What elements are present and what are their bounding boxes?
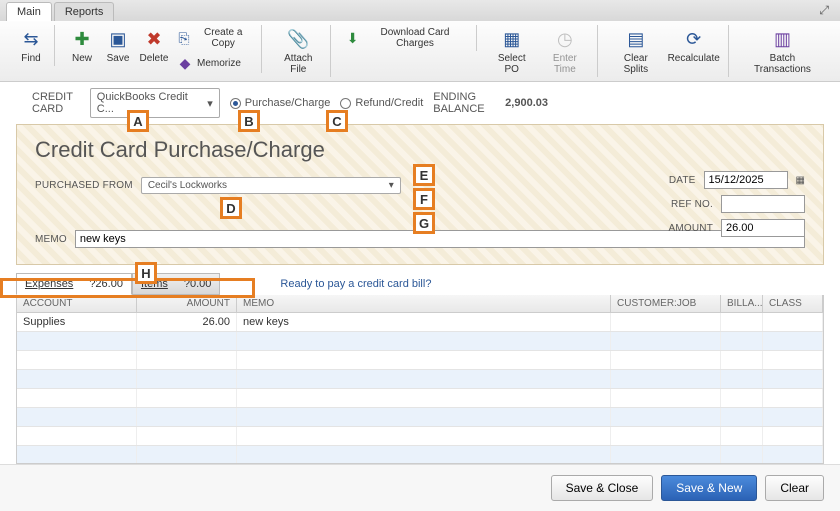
credit-card-account-dropdown[interactable]: QuickBooks Credit C... ▾	[90, 88, 220, 118]
refund-credit-radio[interactable]: Refund/Credit	[340, 97, 423, 109]
tab-reports[interactable]: Reports	[54, 2, 115, 21]
clear-splits-button[interactable]: ▤ Clear Splits	[608, 25, 663, 77]
table-row[interactable]	[17, 370, 823, 389]
memorize-button[interactable]: ◆ Memorize	[173, 53, 255, 73]
new-icon: ✚	[70, 27, 94, 51]
footer: Save & Close Save & New Clear	[0, 464, 840, 511]
date-label: DATE	[646, 175, 696, 186]
credit-card-label: CREDIT CARD	[32, 91, 80, 115]
table-row[interactable]: Supplies 26.00 new keys	[17, 313, 823, 332]
expenses-grid: ACCOUNT AMOUNT MEMO CUSTOMER:JOB BILLA..…	[16, 295, 824, 464]
callout-h: H	[135, 262, 157, 284]
date-input[interactable]	[704, 171, 788, 189]
chevron-down-icon: ▾	[207, 97, 213, 110]
batch-icon: ▥	[770, 27, 794, 51]
callout-f: F	[413, 188, 435, 210]
recalculate-button[interactable]: ⟳ Recalculate	[666, 25, 722, 77]
memo-label: MEMO	[35, 234, 67, 245]
select-po-button[interactable]: ▦ Select PO	[487, 25, 537, 77]
save-new-button[interactable]: Save & New	[661, 475, 757, 501]
table-row[interactable]	[17, 446, 823, 463]
callout-c: C	[326, 110, 348, 132]
purchased-from-label: PURCHASED FROM	[35, 180, 133, 191]
download-icon: ⬇	[345, 30, 360, 46]
content-area: CREDIT CARD QuickBooks Credit C... ▾ Pur…	[0, 82, 840, 464]
refno-label: REF NO.	[663, 199, 713, 210]
col-customer[interactable]: CUSTOMER:JOB	[611, 295, 721, 312]
splits-icon: ▤	[624, 27, 648, 51]
callout-e: E	[413, 164, 435, 186]
save-icon: ▣	[106, 27, 130, 51]
callout-a: A	[127, 110, 149, 132]
callout-g: G	[413, 212, 435, 234]
find-button[interactable]: ⇆ Find	[14, 25, 48, 66]
create-copy-button[interactable]: ⎘ Create a Copy	[173, 25, 255, 51]
callout-d: D	[220, 197, 242, 219]
table-row[interactable]	[17, 427, 823, 446]
table-row[interactable]	[17, 351, 823, 370]
purchased-from-dropdown[interactable]: Cecil's Lockworks ▾	[141, 177, 401, 194]
save-button[interactable]: ▣ Save	[101, 25, 135, 73]
batch-transactions-button[interactable]: ▥ Batch Transactions	[739, 25, 826, 77]
callout-b: B	[238, 110, 260, 132]
ready-to-pay-link[interactable]: Ready to pay a credit card bill?	[280, 278, 431, 290]
attach-file-button[interactable]: 📎 Attach File	[272, 25, 324, 77]
clear-button[interactable]: Clear	[765, 475, 824, 501]
ending-balance-label: ENDING BALANCE	[433, 91, 495, 115]
table-row[interactable]	[17, 408, 823, 427]
ending-balance-value: 2,900.03	[505, 97, 548, 109]
new-button[interactable]: ✚ New	[65, 25, 99, 73]
copy-icon: ⎘	[177, 30, 191, 46]
chevron-down-icon: ▾	[389, 180, 394, 191]
attach-icon: 📎	[286, 27, 310, 51]
tab-main[interactable]: Main	[6, 2, 52, 21]
recalc-icon: ⟳	[682, 27, 706, 51]
col-memo[interactable]: MEMO	[237, 295, 611, 312]
enter-time-button[interactable]: ◷ Enter Time	[539, 25, 592, 77]
delete-icon: ✖	[142, 27, 166, 51]
refno-input[interactable]	[721, 195, 805, 213]
po-icon: ▦	[500, 27, 524, 51]
callout-h-highlight	[0, 278, 255, 298]
save-close-button[interactable]: Save & Close	[551, 475, 654, 501]
clock-icon: ◷	[553, 27, 577, 51]
calendar-icon[interactable]: ▦	[796, 175, 805, 186]
amount-input[interactable]	[721, 219, 805, 237]
arrows-icon: ⇆	[19, 27, 43, 51]
memorize-icon: ◆	[177, 55, 193, 71]
page-title: Credit Card Purchase/Charge	[35, 137, 805, 163]
delete-button[interactable]: ✖ Delete	[137, 25, 171, 73]
amount-label: AMOUNT	[663, 223, 713, 234]
table-row[interactable]	[17, 389, 823, 408]
radio-dot-icon	[340, 98, 351, 109]
purchase-charge-radio[interactable]: Purchase/Charge	[230, 97, 331, 109]
grid-body[interactable]: Supplies 26.00 new keys	[17, 313, 823, 463]
radio-dot-icon	[230, 98, 241, 109]
tab-bar: Main Reports ⤢	[0, 0, 840, 21]
expand-icon[interactable]: ⤢	[816, 0, 832, 21]
col-class[interactable]: CLASS	[763, 295, 823, 312]
download-charges-button[interactable]: ⬇ Download Card Charges	[341, 25, 470, 51]
col-billable[interactable]: BILLA...	[721, 295, 763, 312]
table-row[interactable]	[17, 332, 823, 351]
toolbar: ⇆ Find ✚ New ▣ Save ✖ Delete ⎘ Create a …	[0, 21, 840, 82]
